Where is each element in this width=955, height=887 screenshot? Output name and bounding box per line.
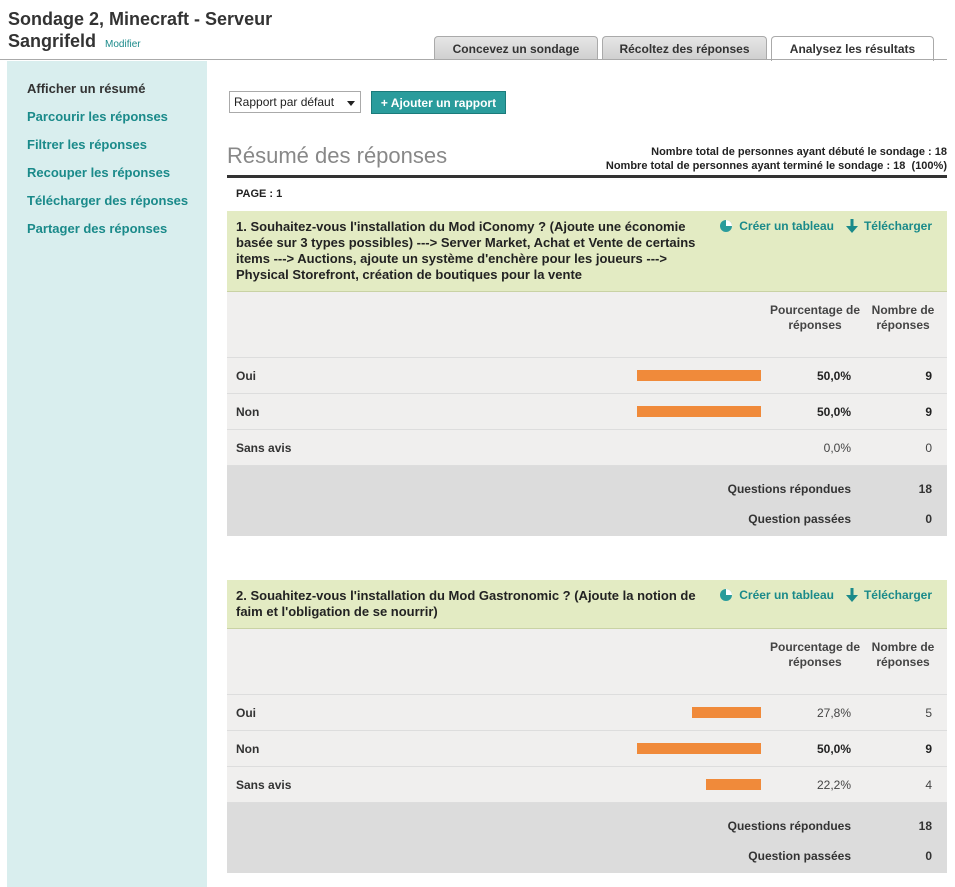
question-actions: Créer un tableau Télécharger [707, 588, 932, 602]
download-arrow-icon [845, 219, 858, 233]
download-link[interactable]: Télécharger [845, 588, 932, 602]
skipped-label: Question passées [748, 512, 851, 526]
dropdown-caret-icon [347, 101, 355, 106]
sidebar: Afficher un résumé Parcourir les réponse… [7, 61, 207, 887]
answer-count: 9 [925, 405, 932, 419]
add-report-button[interactable]: + Ajouter un rapport [371, 91, 506, 114]
answer-count: 4 [925, 778, 932, 792]
answer-label: Non [236, 405, 260, 419]
question-block: 1. Souhaitez-vous l'installation du Mod … [227, 211, 947, 536]
answered-label: Questions répondues [727, 819, 851, 833]
tab-collect[interactable]: Récoltez des réponses [602, 36, 767, 60]
answer-count: 9 [925, 742, 932, 756]
response-bar [692, 707, 761, 718]
answered-count: 18 [918, 482, 932, 496]
response-bar [637, 406, 761, 417]
total-started: Nombre total de personnes ayant débuté l… [651, 146, 947, 158]
answer-row: Oui 50,0% 9 [227, 358, 947, 394]
modify-link[interactable]: Modifier [105, 39, 141, 50]
skipped-count: 0 [925, 849, 932, 863]
answer-count: 5 [925, 706, 932, 720]
answer-count: 9 [925, 369, 932, 383]
question-block: 2. Souahitez-vous l'installation du Mod … [227, 580, 947, 873]
report-select-value: Rapport par défaut [234, 95, 335, 109]
answered-label: Questions répondues [727, 482, 851, 496]
answer-label: Oui [236, 369, 256, 383]
tab-analyze[interactable]: Analysez les résultats [771, 36, 934, 61]
count-column-header: Nombre de réponses [871, 640, 935, 669]
question-text: 1. Souhaitez-vous l'installation du Mod … [236, 219, 696, 282]
answer-percent: 50,0% [816, 369, 851, 383]
pie-chart-icon [720, 589, 733, 601]
download-label: Télécharger [863, 588, 932, 602]
sidebar-item-share[interactable]: Partager des réponses [7, 221, 207, 237]
answer-count: 0 [925, 441, 932, 455]
count-column-header: Nombre de réponses [871, 303, 935, 332]
page-label: PAGE : 1 [236, 188, 283, 200]
answer-row: Sans avis 0,0% 0 [227, 430, 947, 466]
pie-chart-icon [720, 220, 733, 232]
response-bar [706, 779, 761, 790]
total-finished: Nombre total de personnes ayant terminé … [605, 160, 947, 172]
sidebar-item-browse[interactable]: Parcourir les réponses [7, 109, 207, 125]
response-bar [637, 743, 761, 754]
column-headers: Pourcentage de réponses Nombre de répons… [227, 292, 947, 358]
answer-row: Non 50,0% 9 [227, 394, 947, 430]
answer-percent: 0,0% [823, 441, 851, 455]
tab-design[interactable]: Concevez un sondage [434, 36, 598, 60]
question-footer: Questions répondues 18 Question passées … [227, 466, 947, 536]
sidebar-item-download[interactable]: Télécharger des réponses [7, 193, 207, 209]
question-actions: Créer un tableau Télécharger [707, 219, 932, 233]
answer-row: Non 50,0% 9 [227, 731, 947, 767]
answered-count: 18 [918, 819, 932, 833]
answer-label: Sans avis [236, 778, 292, 792]
skipped-label: Question passées [748, 849, 851, 863]
skipped-count: 0 [925, 512, 932, 526]
answer-percent: 50,0% [816, 405, 851, 419]
report-select[interactable]: Rapport par défaut [229, 91, 361, 113]
answer-label: Sans avis [236, 441, 292, 455]
answer-row: Sans avis 22,2% 4 [227, 767, 947, 803]
main-tabs: Concevez un sondage Récoltez des réponse… [434, 35, 938, 61]
download-link[interactable]: Télécharger [845, 219, 932, 233]
create-chart-link[interactable]: Créer un tableau [719, 588, 834, 602]
answer-percent: 22,2% [816, 778, 851, 792]
percent-column-header: Pourcentage de réponses [769, 303, 861, 332]
sidebar-item-summary[interactable]: Afficher un résumé [7, 81, 207, 97]
download-arrow-icon [845, 588, 858, 602]
create-chart-link[interactable]: Créer un tableau [719, 219, 834, 233]
column-headers: Pourcentage de réponses Nombre de répons… [227, 629, 947, 695]
answer-label: Oui [236, 706, 256, 720]
answer-percent: 27,8% [816, 706, 851, 720]
response-bar [637, 370, 761, 381]
survey-title: Sondage 2, Minecraft - Serveur Sangrifel… [8, 8, 328, 56]
create-chart-label: Créer un tableau [739, 588, 834, 602]
summary-title: Résumé des réponses [227, 143, 448, 168]
question-text: 2. Souahitez-vous l'installation du Mod … [236, 588, 696, 619]
percent-column-header: Pourcentage de réponses [769, 640, 861, 669]
question-footer: Questions répondues 18 Question passées … [227, 803, 947, 873]
summary-divider [227, 175, 947, 178]
answer-percent: 50,0% [816, 742, 851, 756]
question-header: 2. Souahitez-vous l'installation du Mod … [227, 580, 947, 629]
answer-row: Oui 27,8% 5 [227, 695, 947, 731]
question-header: 1. Souhaitez-vous l'installation du Mod … [227, 211, 947, 292]
answer-rows: Oui 50,0% 9 Non 50,0% 9 Sans avis 0,0% 0 [227, 358, 947, 466]
create-chart-label: Créer un tableau [739, 219, 834, 233]
download-label: Télécharger [863, 219, 932, 233]
sidebar-item-crosstab[interactable]: Recouper les réponses [7, 165, 207, 181]
answer-label: Non [236, 742, 260, 756]
answer-rows: Oui 27,8% 5 Non 50,0% 9 Sans avis 22,2% 4 [227, 695, 947, 803]
tabs-divider [0, 59, 947, 60]
response-totals: Nombre total de personnes ayant débuté l… [606, 145, 947, 173]
sidebar-item-filter[interactable]: Filtrer les réponses [7, 137, 207, 153]
